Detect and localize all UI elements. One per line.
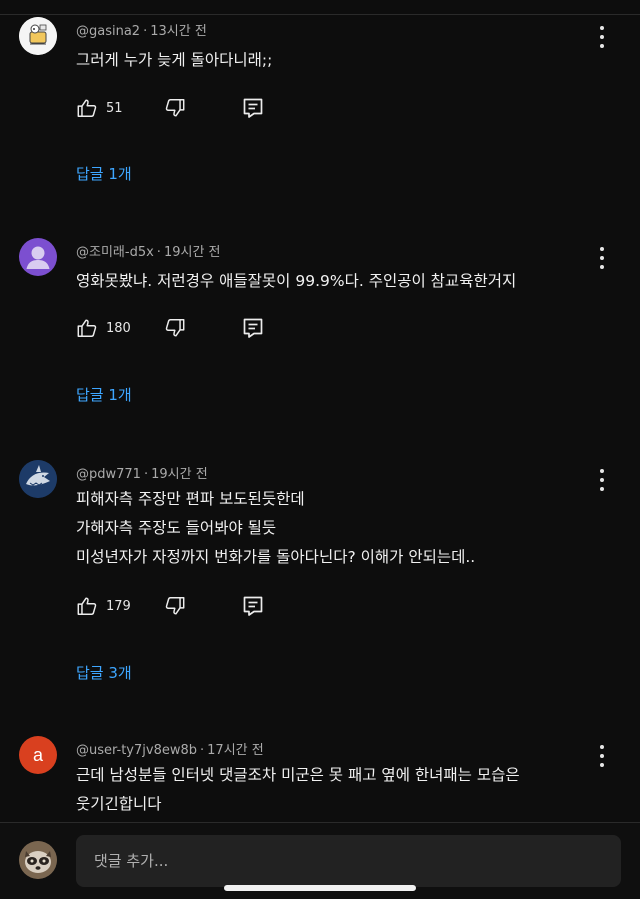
comment-text: 그러게 누가 늦게 돌아다니래;; <box>76 46 272 75</box>
thumbs-up-icon <box>76 97 98 119</box>
author-name[interactable]: @pdw771 <box>76 467 141 482</box>
like-count: 180 <box>106 320 131 336</box>
comment-time: 19시간 전 <box>151 467 208 482</box>
comment-reply-icon <box>241 96 265 120</box>
more-options-icon[interactable] <box>594 745 610 767</box>
raccoon-avatar-icon[interactable] <box>19 841 57 879</box>
author-name[interactable]: @조미래-d5x <box>76 245 154 260</box>
author-name[interactable]: @user-ty7jv8ew8b <box>76 743 197 758</box>
comment-text: 피해자측 주장만 편파 보도된듯한데 가해자측 주장도 들어봐야 될듯 미성년자… <box>76 485 475 572</box>
thumbs-down-icon <box>164 317 186 339</box>
reply-button[interactable] <box>241 96 265 120</box>
comment-line: 미성년자가 자정까지 번화가를 돌아다닌다? 이해가 안되는데.. <box>76 548 476 566</box>
like-button[interactable]: 51 <box>76 97 123 119</box>
meta-separator: · <box>143 467 149 482</box>
shark-avatar-icon[interactable] <box>19 460 57 498</box>
comment-text: 근데 남성분들 인터넷 댓글조차 미군은 못 패고 옆에 한녀패는 모습은 웃기… <box>76 761 520 819</box>
comment-line: 영화못봤냐. 저런경우 애들잘못이 99.9%다. 주인공이 참교육한거지 <box>76 272 517 290</box>
more-options-icon[interactable] <box>594 26 610 48</box>
reply-button[interactable] <box>241 316 265 340</box>
add-comment-bar <box>0 822 640 899</box>
more-options-icon[interactable] <box>594 469 610 491</box>
comment-line: 웃기긴합니다 <box>76 795 162 813</box>
comment-meta: @pdw771 · 19시간 전 <box>76 463 208 482</box>
meta-separator: · <box>200 743 205 758</box>
comment-meta: @user-ty7jv8ew8b · 17시간 전 <box>76 739 264 758</box>
like-count: 51 <box>106 100 123 116</box>
view-replies-link[interactable]: 답글 1개 <box>76 163 132 184</box>
comment-time: 19시간 전 <box>163 245 221 260</box>
more-options-icon[interactable] <box>594 247 610 269</box>
comment-line: 가해자측 주장도 들어봐야 될듯 <box>76 519 277 537</box>
meta-separator: · <box>143 24 148 39</box>
thumbs-up-icon <box>76 595 98 617</box>
comment-line: 근데 남성분들 인터넷 댓글조차 미군은 못 패고 옆에 한녀패는 모습은 <box>76 766 520 784</box>
reply-button[interactable] <box>241 594 265 618</box>
home-indicator <box>224 885 416 891</box>
add-comment-input[interactable] <box>76 835 621 887</box>
thumbs-down-icon <box>164 595 186 617</box>
meta-separator: · <box>156 245 161 260</box>
comment-time: 13시간 전 <box>150 24 207 39</box>
comment-line: 피해자측 주장만 편파 보도된듯한데 <box>76 490 305 508</box>
thumbs-up-icon <box>76 317 98 339</box>
default-person-icon[interactable] <box>19 238 57 276</box>
view-replies-link[interactable]: 답글 3개 <box>76 662 132 683</box>
view-replies-link[interactable]: 답글 1개 <box>76 384 132 405</box>
comment-reply-icon <box>241 594 265 618</box>
dislike-button[interactable] <box>164 317 186 339</box>
comment-line: 그러게 누가 늦게 돌아다니래;; <box>76 51 273 69</box>
top-divider <box>0 14 640 15</box>
like-count: 179 <box>106 598 131 614</box>
comment-text: 영화못봤냐. 저런경우 애들잘못이 99.9%다. 주인공이 참교육한거지 <box>76 267 516 296</box>
avatar-letter: a <box>32 744 43 765</box>
dislike-button[interactable] <box>164 595 186 617</box>
comment-reply-icon <box>241 316 265 340</box>
comment-meta: @gasina2 · 13시간 전 <box>76 20 207 39</box>
like-button[interactable]: 180 <box>76 317 131 339</box>
comment-time: 17시간 전 <box>207 743 264 758</box>
thumbs-down-icon <box>164 97 186 119</box>
author-name[interactable]: @gasina2 <box>76 24 140 39</box>
comment-meta: @조미래-d5x · 19시간 전 <box>76 241 221 260</box>
dislike-button[interactable] <box>164 97 186 119</box>
like-button[interactable]: 179 <box>76 595 131 617</box>
cartoon-avatar-icon[interactable] <box>19 17 57 55</box>
letter-avatar[interactable]: a <box>19 736 57 774</box>
